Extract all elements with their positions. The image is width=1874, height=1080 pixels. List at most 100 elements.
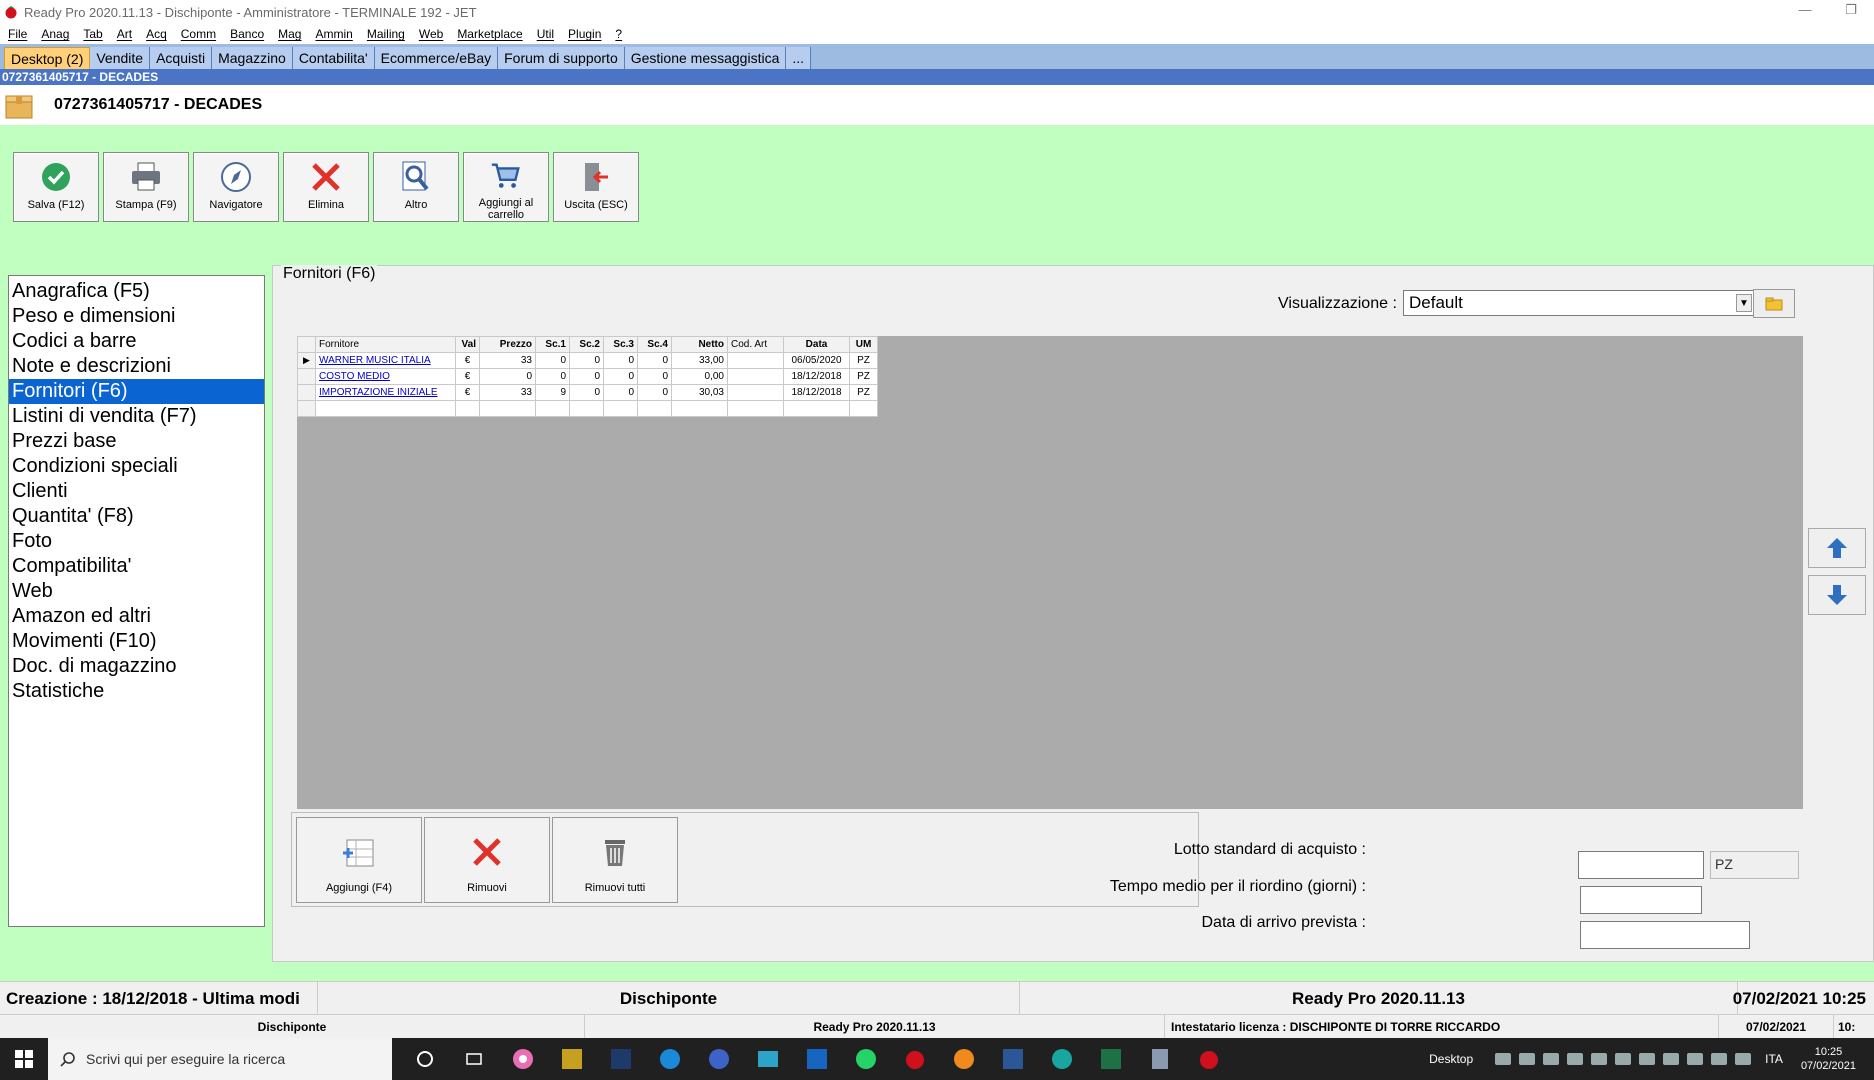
tray-icon[interactable] <box>1543 1053 1560 1065</box>
word-icon[interactable] <box>988 1038 1037 1080</box>
supplier-link[interactable]: IMPORTAZIONE INIZIALE <box>315 384 456 401</box>
app-blue-icon[interactable] <box>694 1038 743 1080</box>
col-sc3[interactable]: Sc.3 <box>603 336 638 353</box>
tray-icon[interactable] <box>1639 1053 1656 1065</box>
move-down-button[interactable] <box>1808 575 1866 615</box>
taskbar-search[interactable]: Scrivi qui per eseguire la ricerca <box>48 1038 392 1080</box>
section-item[interactable]: Condizioni speciali <box>9 454 264 479</box>
tab-ecommerce[interactable]: Ecommerce/eBay <box>374 47 499 69</box>
itunes-icon[interactable] <box>498 1038 547 1080</box>
tab-vendite[interactable]: Vendite <box>90 47 151 69</box>
menu-mag[interactable]: Mag <box>278 27 301 41</box>
tray-icon[interactable] <box>1495 1053 1512 1065</box>
supplier-link[interactable]: WARNER MUSIC ITALIA <box>315 352 456 369</box>
menu-help[interactable]: ? <box>615 27 622 41</box>
cortana-icon[interactable] <box>400 1038 449 1080</box>
section-item[interactable]: Note e descrizioni <box>9 354 264 379</box>
tray-icon[interactable] <box>1567 1053 1584 1065</box>
remove-supplier-button[interactable]: Rimuovi <box>424 817 550 903</box>
menu-file[interactable]: File <box>8 27 27 41</box>
section-item[interactable]: Peso e dimensioni <box>9 304 264 329</box>
tray-icon[interactable] <box>1711 1053 1728 1065</box>
section-item[interactable]: Listini di vendita (F7) <box>9 404 264 429</box>
menu-mailing[interactable]: Mailing <box>367 27 405 41</box>
app-lr-icon[interactable] <box>547 1038 596 1080</box>
other-button[interactable]: Altro <box>373 152 459 222</box>
save-button[interactable]: Salva (F12) <box>13 152 99 222</box>
menu-plugin[interactable]: Plugin <box>568 27 601 41</box>
start-button[interactable] <box>0 1038 48 1080</box>
edge-legacy-icon[interactable] <box>645 1038 694 1080</box>
section-item[interactable]: Movimenti (F10) <box>9 629 264 654</box>
section-item[interactable]: Doc. di magazzino <box>9 654 264 679</box>
tempo-input[interactable] <box>1580 886 1702 914</box>
menu-acq[interactable]: Acq <box>146 27 167 41</box>
calculator-icon[interactable] <box>1135 1038 1184 1080</box>
section-item[interactable]: Clienti <box>9 479 264 504</box>
col-sc4[interactable]: Sc.4 <box>637 336 672 353</box>
menu-anag[interactable]: Anag <box>41 27 69 41</box>
tab-more[interactable]: ... <box>786 47 812 69</box>
table-row[interactable]: COSTO MEDIO € 0 0 0 0 0 0,00 18/12/2018 … <box>297 368 878 385</box>
tab-contabilita[interactable]: Contabilita' <box>292 47 375 69</box>
print-button[interactable]: Stampa (F9) <box>103 152 189 222</box>
tray-icon[interactable] <box>1663 1053 1680 1065</box>
tray-icon[interactable] <box>1591 1053 1608 1065</box>
section-item[interactable]: Web <box>9 579 264 604</box>
clock[interactable]: 10:25 07/02/2021 <box>1801 1045 1856 1073</box>
col-data[interactable]: Data <box>783 336 850 353</box>
col-cod-art[interactable]: Cod. Art <box>727 336 784 353</box>
readypro-icon[interactable] <box>1184 1038 1233 1080</box>
section-item[interactable]: Compatibilita' <box>9 554 264 579</box>
remove-all-button[interactable]: Rimuovi tutti <box>552 817 678 903</box>
table-row[interactable]: IMPORTAZIONE INIZIALE € 33 9 0 0 0 30,03… <box>297 384 878 401</box>
chevron-down-icon[interactable]: ▼ <box>1736 294 1752 312</box>
menu-art[interactable]: Art <box>117 27 132 41</box>
data-arrivo-input[interactable] <box>1580 921 1750 949</box>
col-sc2[interactable]: Sc.2 <box>569 336 604 353</box>
col-sc1[interactable]: Sc.1 <box>535 336 570 353</box>
edge-icon[interactable] <box>1037 1038 1086 1080</box>
tab-messaggistica[interactable]: Gestione messaggistica <box>624 47 787 69</box>
menu-tab[interactable]: Tab <box>83 27 102 41</box>
section-item-selected[interactable]: Fornitori (F6) <box>9 379 264 404</box>
task-view-icon[interactable] <box>449 1038 498 1080</box>
tab-forum[interactable]: Forum di supporto <box>498 47 625 69</box>
restore-icon[interactable]: ❐ <box>1828 0 1874 24</box>
visualizzazione-select[interactable]: Default ▼ <box>1403 290 1755 316</box>
menu-util[interactable]: Util <box>537 27 554 41</box>
volume-icon[interactable] <box>1735 1053 1752 1065</box>
menu-web[interactable]: Web <box>419 27 443 41</box>
firefox-icon[interactable] <box>939 1038 988 1080</box>
move-up-button[interactable] <box>1808 528 1866 568</box>
table-row[interactable]: ▶ WARNER MUSIC ITALIA € 33 0 0 0 0 33,00… <box>297 352 878 369</box>
whatsapp-icon[interactable] <box>841 1038 890 1080</box>
table-row-empty[interactable] <box>297 400 878 417</box>
menu-comm[interactable]: Comm <box>181 27 216 41</box>
photos-icon[interactable] <box>743 1038 792 1080</box>
navigator-button[interactable]: Navigatore <box>193 152 279 222</box>
exit-button[interactable]: Uscita (ESC) <box>553 152 639 222</box>
desktop-toolbar[interactable]: Desktop <box>1429 1052 1473 1066</box>
col-prezzo[interactable]: Prezzo <box>479 336 536 353</box>
menu-banco[interactable]: Banco <box>230 27 264 41</box>
delete-button[interactable]: Elimina <box>283 152 369 222</box>
tray-icon[interactable] <box>1615 1053 1632 1065</box>
menu-ammin[interactable]: Ammin <box>315 27 352 41</box>
add-supplier-button[interactable]: Aggiungi (F4) <box>296 817 422 903</box>
tab-desktop[interactable]: Desktop (2) <box>4 47 91 69</box>
section-item[interactable]: Quantita' (F8) <box>9 504 264 529</box>
supplier-link[interactable]: COSTO MEDIO <box>315 368 456 385</box>
tab-acquisti[interactable]: Acquisti <box>150 47 213 69</box>
section-item[interactable]: Anagrafica (F5) <box>9 279 264 304</box>
col-netto[interactable]: Netto <box>671 336 728 353</box>
section-item[interactable]: Codici a barre <box>9 329 264 354</box>
tray-icon[interactable] <box>1687 1053 1704 1065</box>
minimize-icon[interactable]: — <box>1782 0 1828 24</box>
section-item[interactable]: Foto <box>9 529 264 554</box>
col-um[interactable]: UM <box>849 336 878 353</box>
outlook-icon[interactable] <box>792 1038 841 1080</box>
language-indicator[interactable]: ITA <box>1765 1052 1783 1066</box>
section-item[interactable]: Prezzi base <box>9 429 264 454</box>
tab-magazzino[interactable]: Magazzino <box>212 47 293 69</box>
